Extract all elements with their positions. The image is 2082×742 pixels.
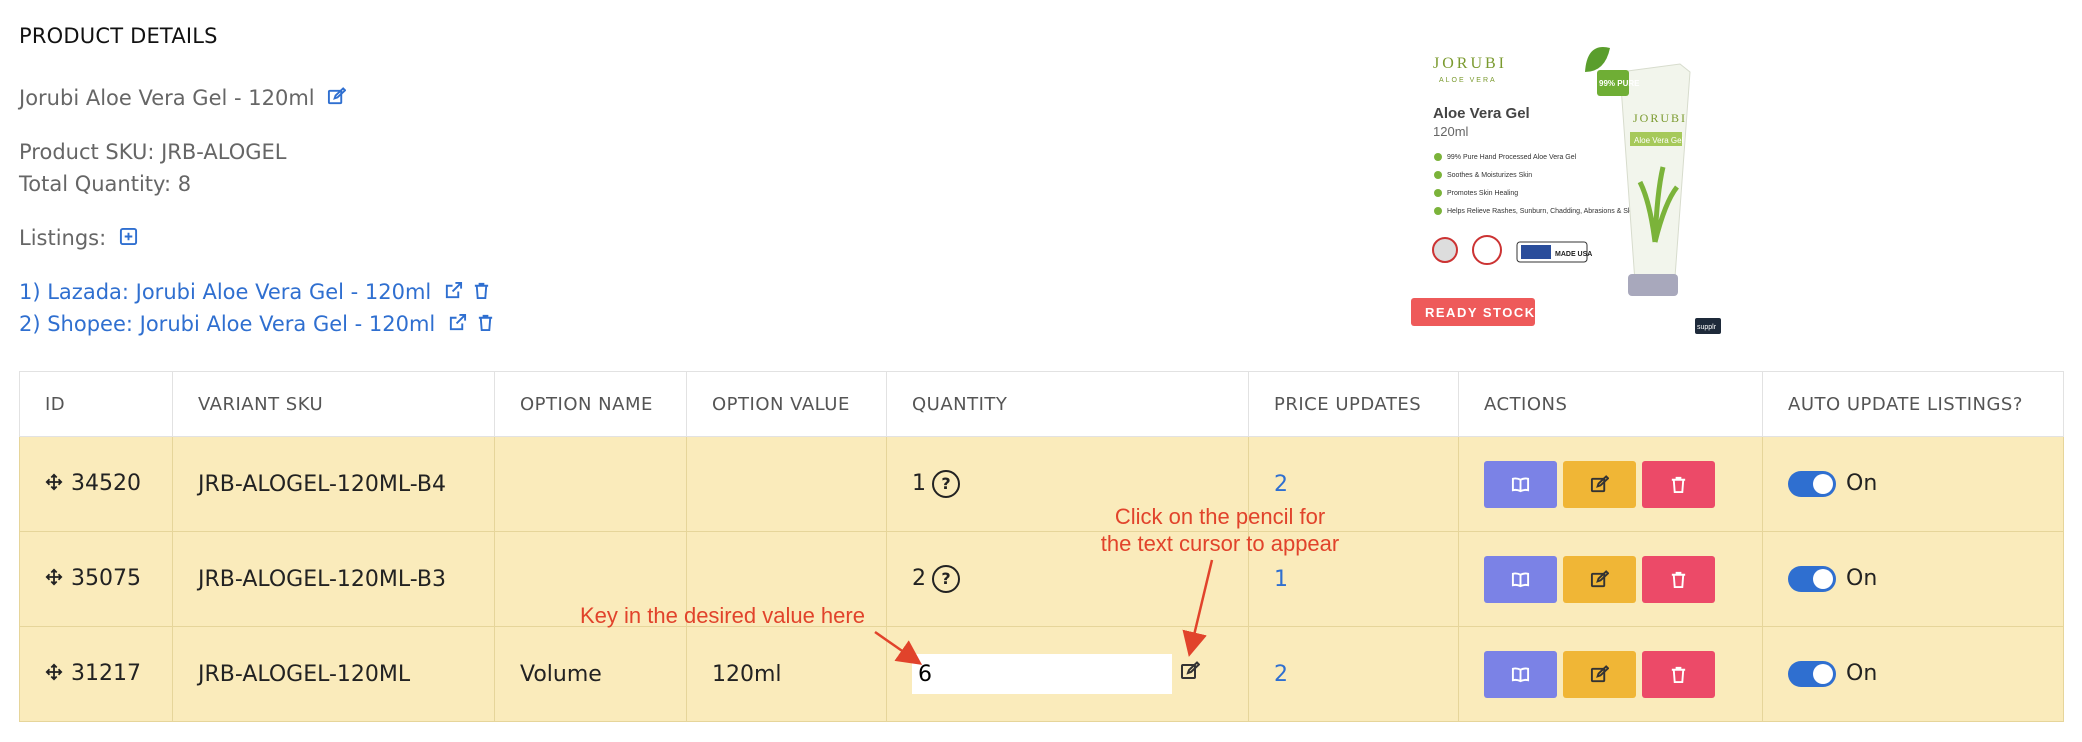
annotation-arrows bbox=[874, 559, 1214, 665]
arrow-to-pencil bbox=[1182, 559, 1214, 657]
arrow-to-input bbox=[874, 630, 923, 665]
